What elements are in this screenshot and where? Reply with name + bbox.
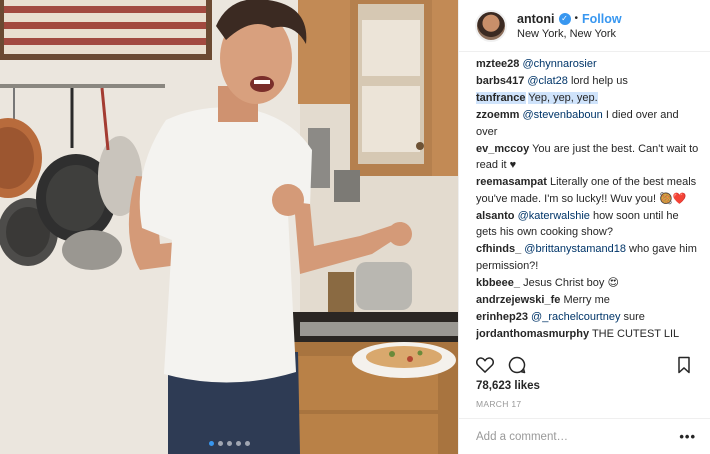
carousel-dot[interactable] <box>226 441 232 446</box>
post-date[interactable]: MARCH 17 <box>476 399 521 409</box>
follow-button[interactable]: Follow <box>582 12 622 26</box>
comment-icon[interactable] <box>507 355 527 375</box>
post-header: antoni ✓ • Follow New York, New York <box>459 0 710 52</box>
comment-username[interactable]: mztee28 <box>476 58 519 70</box>
carousel-indicator <box>0 441 458 446</box>
comments-list[interactable]: mztee28 @chynnarosier barbs417 @clat28 lo… <box>476 56 700 348</box>
username-link[interactable]: antoni <box>517 12 555 26</box>
comment-username[interactable]: ev_mccoy <box>476 143 529 155</box>
comment-item: barbs417 @clat28 lord help us <box>476 73 700 90</box>
comment-text: Yep, yep, yep. <box>528 92 598 104</box>
comment-item: ev_mccoy You are just the best. Can't wa… <box>476 141 700 174</box>
comment-username[interactable]: cfhinds_ <box>476 243 521 255</box>
comment-item: andrzejewski_fe Merry me <box>476 292 700 309</box>
comment-item: jordanthomasmurphy THE CUTEST LIL <box>476 326 700 343</box>
location-link[interactable]: New York, New York <box>517 28 622 40</box>
comment-item: mztee28 @chynnarosier <box>476 56 700 73</box>
heart-icon[interactable] <box>475 355 495 375</box>
comment-text: Merry me <box>563 293 610 306</box>
comment-mention-link[interactable]: @katerwalshie <box>518 210 590 222</box>
comment-mention-link[interactable]: @clat28 <box>527 75 568 87</box>
header-text: antoni ✓ • Follow New York, New York <box>517 12 622 40</box>
comment-username[interactable]: alsanto <box>476 210 515 222</box>
instagram-post: antoni ✓ • Follow New York, New York mzt… <box>0 0 710 454</box>
more-options-icon[interactable]: ••• <box>679 429 696 444</box>
comment-item: kbbeee_ Jesus Christ boy 😍 <box>476 275 700 292</box>
comment-item: reemasampat Literally one of the best me… <box>476 174 700 207</box>
comment-mention-link[interactable]: @_rachelcourtney <box>531 311 620 323</box>
post-photo[interactable] <box>0 0 458 454</box>
verified-badge-icon: ✓ <box>558 12 571 25</box>
post-sidebar: antoni ✓ • Follow New York, New York mzt… <box>458 0 710 454</box>
separator-dot: • <box>574 13 579 24</box>
photo-illustration <box>0 0 458 454</box>
carousel-dot[interactable] <box>244 441 250 446</box>
comment-mention-link[interactable]: @chynnarosier <box>522 58 596 70</box>
comment-mention-link[interactable]: @brittanystamand18 <box>524 243 626 255</box>
comment-item: erinhep23 @_rachelcourtney sure <box>476 309 700 326</box>
comment-username[interactable]: zzoemm <box>476 109 519 121</box>
comment-username[interactable]: reemasampat <box>476 176 547 188</box>
carousel-dot[interactable] <box>208 441 214 446</box>
carousel-dot[interactable] <box>217 441 223 446</box>
comment-username[interactable]: erinhep23 <box>476 311 528 323</box>
comment-text: Jesus Christ boy 😍 <box>523 276 619 289</box>
comment-item: zzoemm @stevenbaboun I died over and ove… <box>476 107 700 140</box>
comment-username[interactable]: kbbeee_ <box>476 277 520 289</box>
comment-username[interactable]: tanfrance <box>476 92 526 104</box>
comment-username[interactable]: barbs417 <box>476 75 524 87</box>
comment-composer: Add a comment… ••• <box>459 418 710 454</box>
comment-text: THE CUTEST LIL <box>591 327 680 340</box>
comment-item: tanfrance Yep, yep, yep. <box>476 90 700 107</box>
comment-username[interactable]: andrzejewski_fe <box>476 294 560 306</box>
comment-text: lord help us <box>567 75 628 87</box>
avatar[interactable] <box>475 9 507 42</box>
action-bar <box>475 354 694 376</box>
comment-item: alsanto @katerwalshie how soon until he … <box>476 208 700 241</box>
comment-text: sure <box>620 310 645 323</box>
header-line: antoni ✓ • Follow <box>517 12 622 26</box>
comment-item: cfhinds_ @brittanystamand18 who gave him… <box>476 241 700 274</box>
bookmark-icon[interactable] <box>674 355 694 375</box>
add-comment-input[interactable]: Add a comment… <box>476 431 679 443</box>
comment-mention-link[interactable]: @stevenbaboun <box>522 109 602 121</box>
carousel-dot[interactable] <box>235 441 241 446</box>
likes-count[interactable]: 78,623 likes <box>476 380 540 392</box>
comment-username[interactable]: jordanthomasmurphy <box>476 328 589 340</box>
